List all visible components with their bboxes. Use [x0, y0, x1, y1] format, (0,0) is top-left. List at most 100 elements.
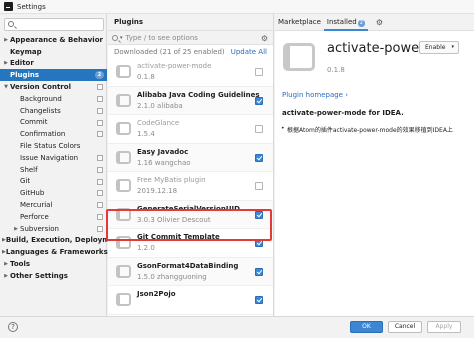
cancel-button[interactable]: Cancel — [388, 321, 422, 333]
sidebar-item[interactable]: Confirmation — [0, 128, 107, 140]
sidebar-item-label: Subversion — [20, 224, 59, 233]
update-all-link[interactable]: Update All — [231, 48, 267, 56]
chevron-icon[interactable]: ▶ — [2, 273, 10, 279]
plugin-icon — [116, 122, 131, 135]
plugin-name: GenerateSerialVersionUID — [137, 204, 240, 213]
enable-button[interactable]: Enable ▾ — [419, 41, 459, 54]
sidebar-item[interactable]: Background — [0, 93, 107, 105]
plugin-logo-icon — [283, 43, 315, 71]
plugin-enable-checkbox[interactable] — [255, 267, 263, 276]
plugin-version-vendor: 1.2.0 — [137, 244, 155, 252]
filter-gear-icon[interactable]: ⚙ — [261, 34, 268, 43]
sidebar-item[interactable]: Shelf — [0, 164, 107, 176]
settings-sidebar: ▶ Appearance & Behavior Keymap ▶ Editor Plugi… — [0, 14, 123, 316]
sidebar-item[interactable]: ▶ Subversion — [0, 223, 107, 235]
settings-search-input[interactable] — [4, 18, 104, 31]
plugin-tabs: Marketplace Installed 2 ⚙ — [275, 14, 474, 31]
search-icon — [8, 21, 14, 27]
plugin-enable-checkbox[interactable] — [255, 96, 263, 105]
plugin-name: CodeGlance — [137, 119, 180, 127]
plugin-row[interactable]: GsonFormat4DataBinding 1.5.0 zhangguoning — [108, 257, 273, 286]
plugin-version-vendor: 1.16 wangchao — [137, 158, 191, 167]
plugin-row[interactable]: Json2Pojo — [108, 286, 273, 315]
apply-button[interactable]: Apply — [427, 321, 461, 333]
project-scope-icon — [97, 95, 103, 102]
installed-summary-bar: Downloaded (21 of 25 enabled) Update All — [108, 45, 273, 58]
sidebar-item-label: Background — [20, 94, 62, 103]
project-scope-icon — [97, 213, 103, 220]
chevron-icon[interactable]: ▶ — [2, 261, 10, 267]
plugin-search-placeholder: Type / to see options — [125, 33, 198, 42]
sidebar-item-label: Plugins — [10, 71, 40, 80]
plugin-enable-checkbox[interactable] — [255, 68, 263, 76]
chevron-icon[interactable]: ▼ — [2, 84, 10, 90]
ok-button[interactable]: OK — [350, 321, 383, 333]
sidebar-item[interactable]: ▶ Languages & Frameworks — [0, 246, 108, 258]
plugin-enable-checkbox[interactable] — [255, 125, 263, 133]
sidebar-item-label: Version Control — [10, 83, 71, 92]
sidebar-item-label: File Status Colors — [20, 142, 81, 151]
sidebar-item[interactable]: Mercurial — [0, 199, 107, 211]
project-scope-icon — [97, 107, 103, 114]
tab-installed[interactable]: Installed 2 — [323, 14, 368, 31]
sidebar-item[interactable]: Plugins 2 — [0, 69, 107, 82]
help-icon[interactable]: ? — [8, 322, 18, 332]
plugin-icon — [116, 236, 131, 249]
sidebar-item-label: Issue Navigation — [20, 153, 79, 162]
plugin-enable-checkbox[interactable] — [255, 153, 263, 162]
sidebar-item[interactable]: Git — [0, 176, 107, 188]
plugin-row[interactable]: Free MyBatis plugin 2019.12.18 — [108, 172, 273, 201]
sidebar-item-label: Commit — [20, 118, 48, 127]
chevron-icon[interactable]: ▶ — [2, 37, 10, 43]
sidebar-item-label: Perforce — [20, 212, 49, 221]
sidebar-item[interactable]: Issue Navigation — [0, 152, 107, 164]
plugin-search-input[interactable]: ▾ Type / to see options ⚙ — [108, 31, 273, 45]
sidebar-item[interactable]: ▼ Version Control — [0, 81, 107, 93]
plugin-row[interactable]: CodeGlance 1.5.4 — [108, 115, 273, 144]
sidebar-item[interactable]: GitHub — [0, 187, 107, 199]
chevron-down-icon[interactable]: ▾ — [120, 35, 123, 41]
project-scope-icon — [97, 225, 103, 232]
plugin-enable-checkbox[interactable] — [255, 182, 263, 190]
sidebar-item[interactable]: Keymap — [0, 46, 107, 58]
project-scope-icon — [97, 154, 103, 161]
plugin-row[interactable]: GenerateSerialVersionUID 3.0.3 Olivier De… — [108, 200, 273, 229]
plugin-name: activate-power-mode — [137, 62, 212, 70]
gear-icon[interactable]: ⚙ — [376, 18, 383, 27]
plugin-row[interactable]: Git Commit Template 1.2.0 — [108, 229, 273, 258]
sidebar-item[interactable]: ▶ Editor — [0, 58, 107, 70]
sidebar-item[interactable]: ▶ Appearance & Behavior — [0, 34, 107, 46]
sidebar-item[interactable]: ▶ Build, Execution, Deployment — [0, 235, 123, 247]
sidebar-item[interactable]: File Status Colors — [0, 140, 107, 152]
project-scope-icon — [97, 131, 103, 138]
sidebar-item-label: Confirmation — [20, 130, 66, 139]
window-title: Settings — [17, 2, 46, 11]
project-scope-icon — [97, 119, 103, 126]
tab-marketplace[interactable]: Marketplace — [275, 14, 324, 31]
sidebar-item-label: Languages & Frameworks — [5, 248, 108, 257]
sidebar-item-label: Other Settings — [10, 271, 68, 280]
plugin-row[interactable]: activate-power-mode 0.1.8 — [108, 58, 273, 87]
plugin-enable-checkbox[interactable] — [255, 296, 263, 304]
sidebar-item[interactable]: Changelists — [0, 105, 107, 117]
plugin-name: GsonFormat4DataBinding — [137, 261, 239, 270]
dialog-footer: ? OK Cancel Apply — [0, 316, 474, 338]
plugin-enable-checkbox[interactable] — [255, 210, 263, 219]
chevron-icon[interactable]: ▶ — [2, 60, 10, 66]
installed-summary: Downloaded (21 of 25 enabled) — [114, 47, 225, 56]
sidebar-item[interactable]: ▶ Tools — [0, 258, 107, 270]
plugin-row[interactable]: Alibaba Java Coding Guidelines 2.1.0 alib… — [108, 86, 273, 115]
project-scope-icon — [97, 178, 103, 185]
sidebar-item-label: Appearance & Behavior — [10, 35, 103, 44]
sidebar-item[interactable]: Perforce — [0, 211, 107, 223]
plugin-icon — [116, 150, 131, 164]
sidebar-item[interactable]: Commit — [0, 117, 107, 129]
plugin-row[interactable]: Easy Javadoc 1.16 wangchao — [108, 143, 273, 172]
sidebar-item[interactable]: ▶ Other Settings — [0, 270, 107, 282]
plugin-enable-checkbox[interactable] — [255, 239, 263, 247]
plugin-icon — [116, 293, 131, 306]
plugin-homepage-link[interactable]: Plugin homepage › — [282, 91, 348, 99]
chevron-icon[interactable]: ▶ — [12, 226, 20, 232]
plugin-name: Alibaba Java Coding Guidelines — [137, 90, 260, 99]
sidebar-item-label: Keymap — [10, 47, 42, 56]
